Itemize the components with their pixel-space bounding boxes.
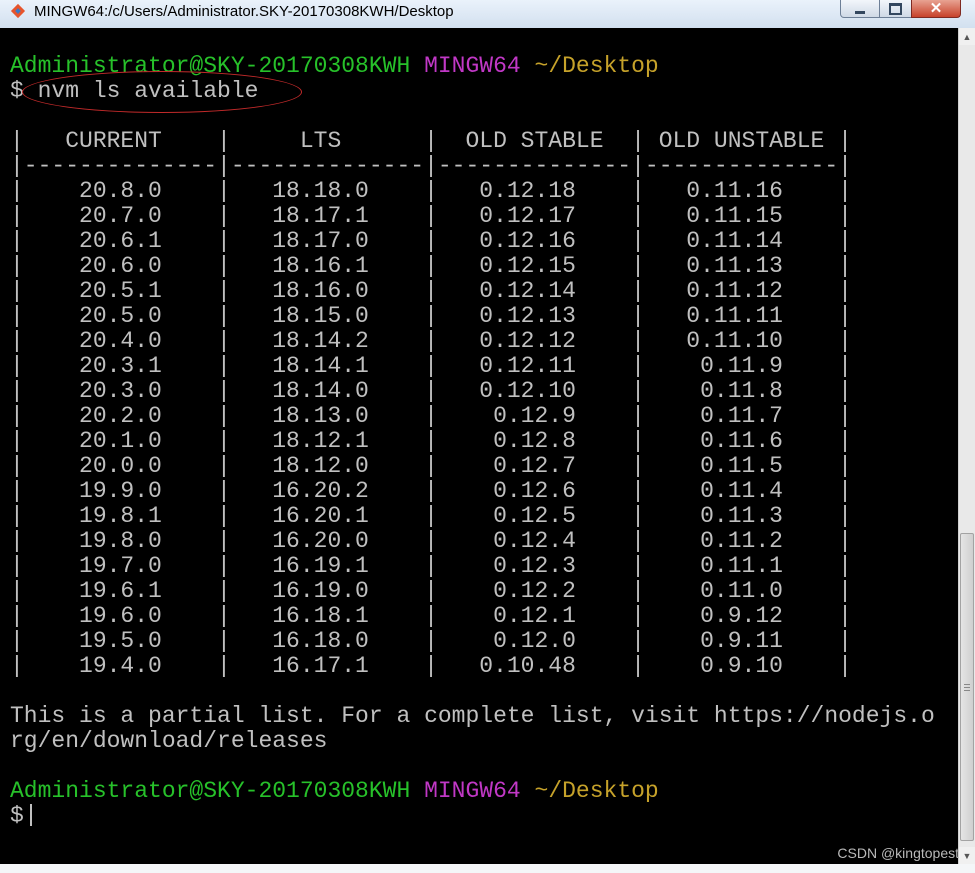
prompt-path: ~/Desktop	[534, 53, 659, 79]
terminal-output[interactable]: Administrator@SKY-20170308KWH MINGW64 ~/…	[0, 28, 958, 864]
window-title-bar[interactable]: MINGW64:/c/Users/Administrator.SKY-20170…	[0, 0, 975, 28]
chevron-down-icon: ▼	[962, 850, 972, 861]
prompt-shell: MINGW64	[424, 53, 521, 79]
close-button[interactable]: ✕	[911, 0, 961, 18]
watermark: CSDN @kingtopest	[837, 845, 959, 861]
table-row: | 20.1.0 | 18.12.1 | 0.12.8 | 0.11.6 |	[10, 428, 852, 454]
text-cursor	[29, 804, 32, 826]
table-row: | 20.5.1 | 18.16.0 | 0.12.14 | 0.11.12 |	[10, 278, 852, 304]
prompt-user-host: Administrator@SKY-20170308KWH	[10, 778, 411, 804]
grip-line	[964, 690, 970, 691]
info-message-line-2: rg/en/download/releases	[10, 728, 328, 754]
prompt-shell: MINGW64	[424, 778, 521, 804]
table-separator-row: |--------------|--------------|---------…	[10, 153, 852, 179]
minimize-icon	[855, 10, 865, 14]
maximize-button[interactable]	[879, 0, 912, 18]
scrollbar-thumb[interactable]	[960, 533, 974, 841]
table-row: | 20.6.0 | 18.16.1 | 0.12.15 | 0.11.13 |	[10, 253, 852, 279]
prompt-symbol: $	[10, 803, 24, 829]
window-title: MINGW64:/c/Users/Administrator.SKY-20170…	[34, 3, 454, 20]
table-row: | 20.0.0 | 18.12.0 | 0.12.7 | 0.11.5 |	[10, 453, 852, 479]
table-row: | 19.6.0 | 16.18.1 | 0.12.1 | 0.9.12 |	[10, 603, 852, 629]
prompt-path: ~/Desktop	[534, 778, 659, 804]
table-header-row: | CURRENT | LTS | OLD STABLE | OLD UNSTA…	[10, 128, 852, 154]
table-row: | 19.6.1 | 16.19.0 | 0.12.2 | 0.11.0 |	[10, 578, 852, 604]
grip-line	[964, 687, 970, 688]
scroll-down-button[interactable]: ▼	[959, 847, 975, 864]
scroll-up-button[interactable]: ▲	[959, 28, 975, 45]
window-bottom-border	[0, 864, 975, 873]
input-line[interactable]: $	[10, 804, 32, 829]
minimize-button[interactable]	[840, 0, 880, 18]
table-row: | 19.9.0 | 16.20.2 | 0.12.6 | 0.11.4 |	[10, 478, 852, 504]
table-row: | 20.4.0 | 18.14.2 | 0.12.12 | 0.11.10 |	[10, 328, 852, 354]
prompt-line: Administrator@SKY-20170308KWH MINGW64 ~/…	[10, 779, 659, 804]
info-message-line-1: This is a partial list. For a complete l…	[10, 703, 935, 729]
grip-line	[964, 684, 970, 685]
table-row: | 20.5.0 | 18.15.0 | 0.12.13 | 0.11.11 |	[10, 303, 852, 329]
table-row: | 19.5.0 | 16.18.0 | 0.12.0 | 0.9.11 |	[10, 628, 852, 654]
chevron-up-icon: ▲	[962, 31, 972, 42]
close-icon: ✕	[929, 0, 943, 17]
table-row: | 19.7.0 | 16.19.1 | 0.12.3 | 0.11.1 |	[10, 553, 852, 579]
table-row: | 19.4.0 | 16.17.1 | 0.10.48 | 0.9.10 |	[10, 653, 852, 679]
maximize-icon	[889, 2, 902, 15]
command-highlight-circle	[22, 71, 302, 113]
table-row: | 20.8.0 | 18.18.0 | 0.12.18 | 0.11.16 |	[10, 178, 852, 204]
git-bash-icon	[10, 3, 26, 19]
table-row: | 20.6.1 | 18.17.0 | 0.12.16 | 0.11.14 |	[10, 228, 852, 254]
table-row: | 19.8.0 | 16.20.0 | 0.12.4 | 0.11.2 |	[10, 528, 852, 554]
vertical-scrollbar[interactable]: ▲ ▼	[958, 28, 975, 864]
table-row: | 20.2.0 | 18.13.0 | 0.12.9 | 0.11.7 |	[10, 403, 852, 429]
table-row: | 20.3.0 | 18.14.0 | 0.12.10 | 0.11.8 |	[10, 378, 852, 404]
table-row: | 20.3.1 | 18.14.1 | 0.12.11 | 0.11.9 |	[10, 353, 852, 379]
table-row: | 19.8.1 | 16.20.1 | 0.12.5 | 0.11.3 |	[10, 503, 852, 529]
table-row: | 20.7.0 | 18.17.1 | 0.12.17 | 0.11.15 |	[10, 203, 852, 229]
